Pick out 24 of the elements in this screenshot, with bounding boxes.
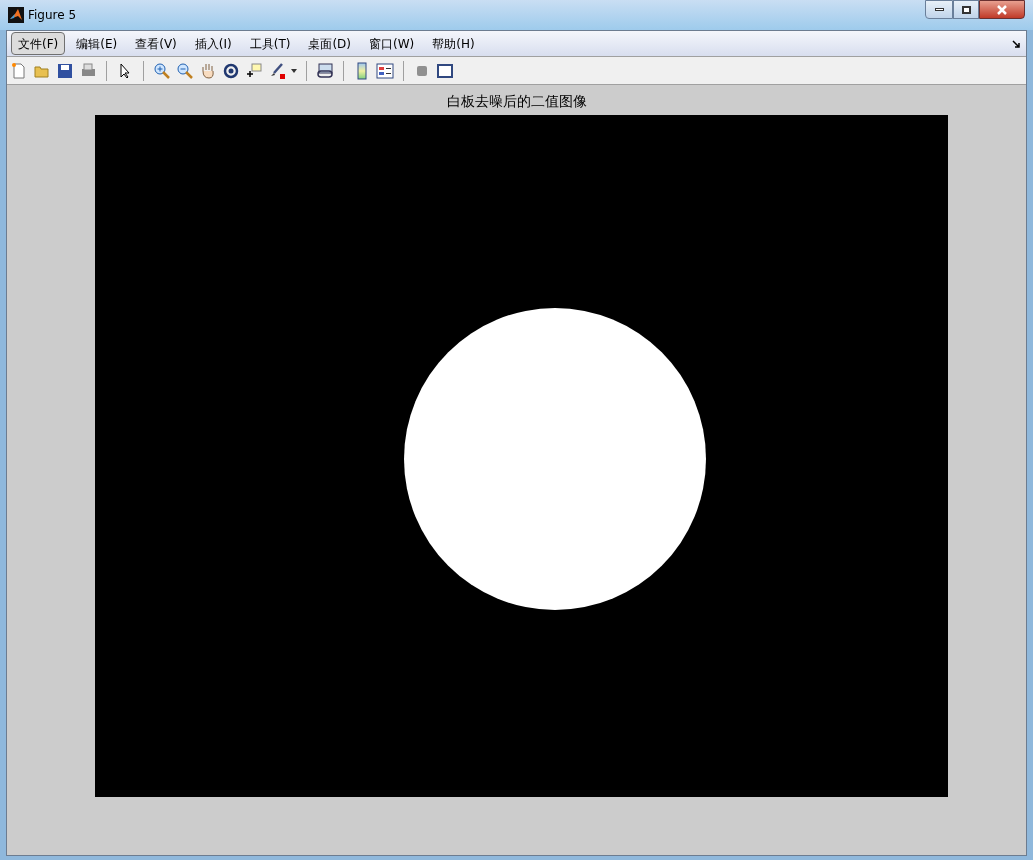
panel-icon[interactable] (436, 61, 454, 80)
caret-icon[interactable] (291, 68, 297, 73)
hand-icon[interactable] (199, 61, 217, 80)
minimize-button[interactable] (925, 0, 953, 19)
zoom-in-icon[interactable] (153, 61, 171, 80)
menu-item[interactable]: 工具(T) (242, 32, 298, 55)
menu-item[interactable]: 文件(F) (11, 32, 66, 55)
data-cursor-icon[interactable] (245, 61, 263, 80)
window-title: Figure 5 (28, 7, 77, 24)
menu-item[interactable]: 桌面(D) (301, 32, 358, 55)
menu-item[interactable]: 插入(I) (187, 32, 239, 55)
close-icon (996, 4, 1008, 15)
menu-item[interactable]: 编辑(E) (69, 32, 125, 55)
maximize-button[interactable] (953, 0, 979, 19)
axes-title: 白板去噪后的二值图像 (446, 92, 587, 111)
save-icon[interactable] (56, 61, 74, 80)
menu-item[interactable]: 帮助(H) (425, 32, 482, 55)
app-logo-icon (8, 7, 24, 23)
legend-icon[interactable] (376, 61, 394, 80)
menu-item[interactable]: 窗口(W) (362, 32, 422, 55)
dock-arrow-icon[interactable] (1012, 39, 1020, 48)
close-button[interactable] (979, 0, 1025, 19)
menu-item[interactable]: 查看(V) (128, 32, 184, 55)
zoom-out-icon[interactable] (176, 61, 194, 80)
